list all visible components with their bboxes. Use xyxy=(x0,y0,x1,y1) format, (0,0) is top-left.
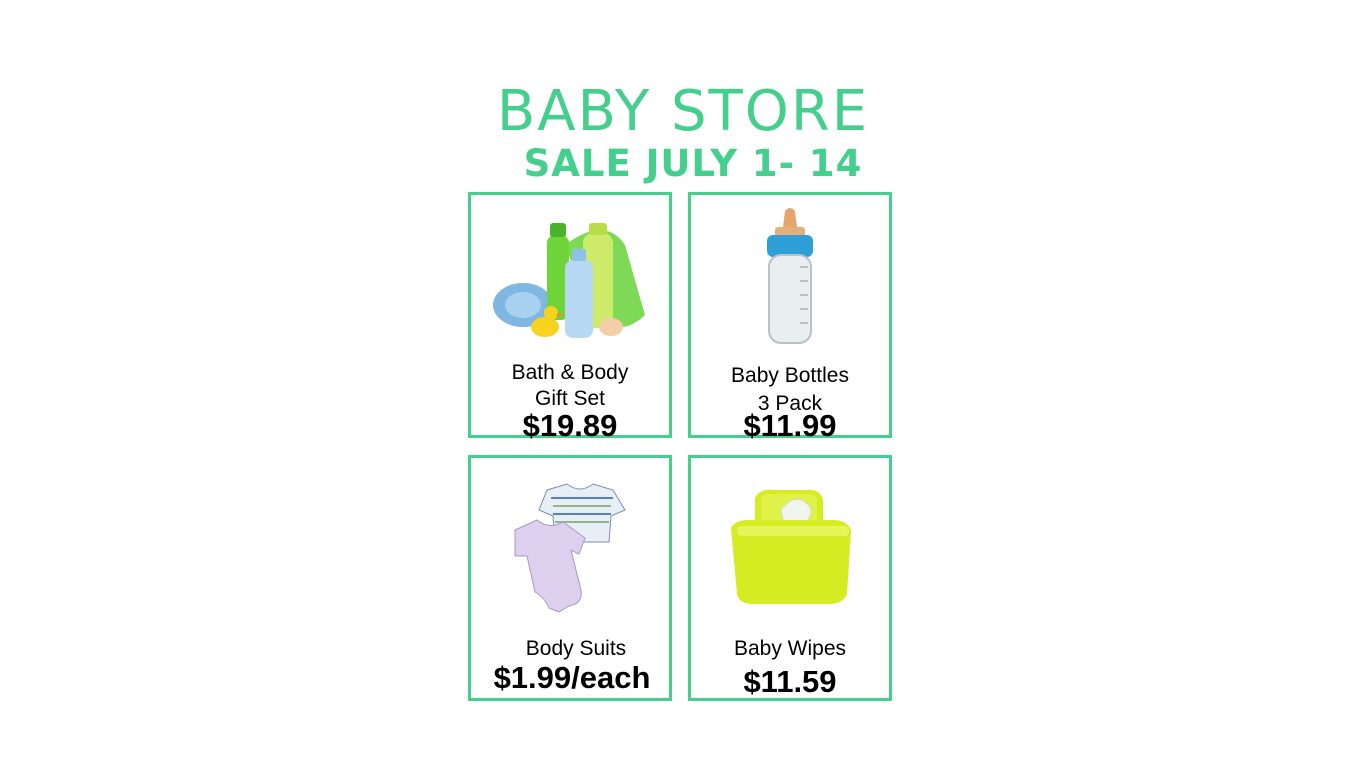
product-name: Baby Wipes xyxy=(733,637,847,660)
product-name: Body Suits xyxy=(525,637,627,660)
product-price: $11.99 xyxy=(743,408,837,443)
product-card-body-suits[interactable]: Body Suits $1.99/each xyxy=(468,455,672,701)
product-name: Bath & Body Gift Set xyxy=(511,361,629,410)
wipes-container-icon xyxy=(691,480,889,620)
product-price: $1.99/each xyxy=(493,660,651,695)
product-price: $11.59 xyxy=(743,664,837,699)
bodysuit-icon xyxy=(471,480,669,620)
sale-subtitle: SALE JULY 1- 14 xyxy=(523,142,863,185)
product-card-baby-wipes[interactable]: Baby Wipes $11.59 xyxy=(688,455,892,701)
bath-products-icon xyxy=(471,205,669,345)
baby-bottle-icon xyxy=(691,205,889,345)
product-card-bath-body[interactable]: Bath & Body Gift Set $19.89 xyxy=(468,192,672,443)
product-card-baby-bottles[interactable]: Baby Bottles 3 Pack $11.99 xyxy=(688,192,892,443)
product-price: $19.89 xyxy=(522,408,618,443)
store-title: BABY STORE xyxy=(496,79,870,144)
